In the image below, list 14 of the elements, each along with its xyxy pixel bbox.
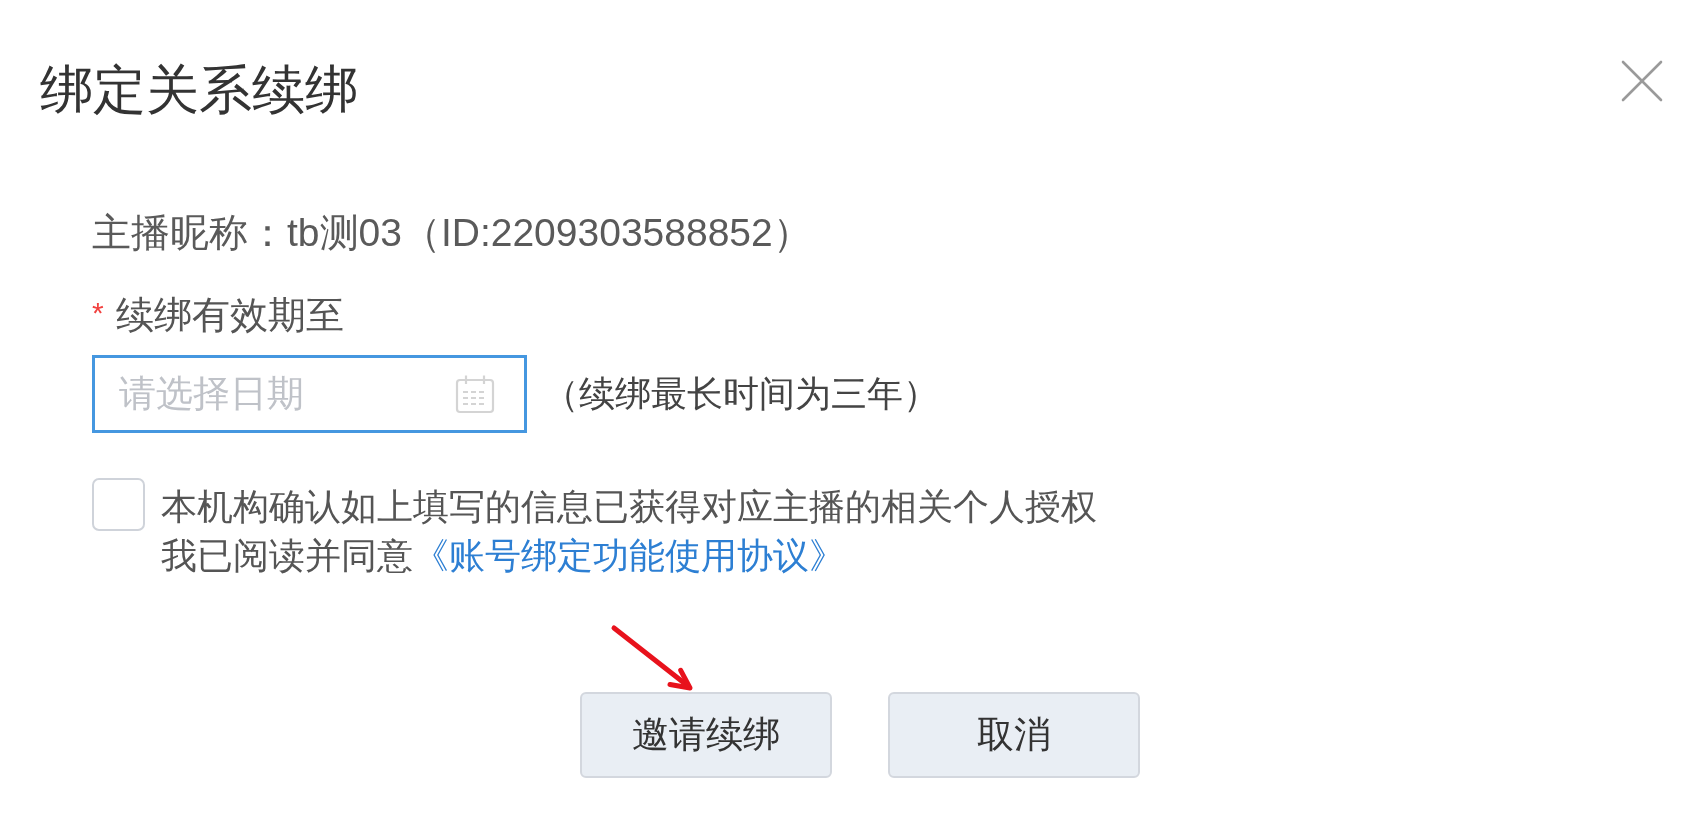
required-mark: *: [92, 298, 104, 328]
calendar-icon: [455, 374, 495, 414]
field-label: 续绑有效期至: [115, 293, 344, 338]
consent-statement: 本机构确认如上填写的信息已获得对应主播的相关个人授权: [161, 485, 1097, 529]
streamer-info: 主播昵称：tb测03（ID:2209303588852）: [92, 210, 812, 256]
dialog-title: 绑定关系续绑: [40, 60, 358, 120]
agreement-link[interactable]: 《账号绑定功能使用协议》: [413, 535, 845, 576]
cancel-button[interactable]: 取消: [888, 692, 1140, 778]
close-icon[interactable]: [1621, 60, 1663, 102]
date-picker-field[interactable]: 请选择日期: [92, 355, 527, 433]
agreement-text: 我已阅读并同意《账号绑定功能使用协议》: [161, 534, 845, 578]
invite-renewal-button[interactable]: 邀请续绑: [580, 692, 832, 778]
duration-hint: （续绑最长时间为三年）: [543, 372, 939, 416]
consent-checkbox[interactable]: [92, 478, 145, 531]
